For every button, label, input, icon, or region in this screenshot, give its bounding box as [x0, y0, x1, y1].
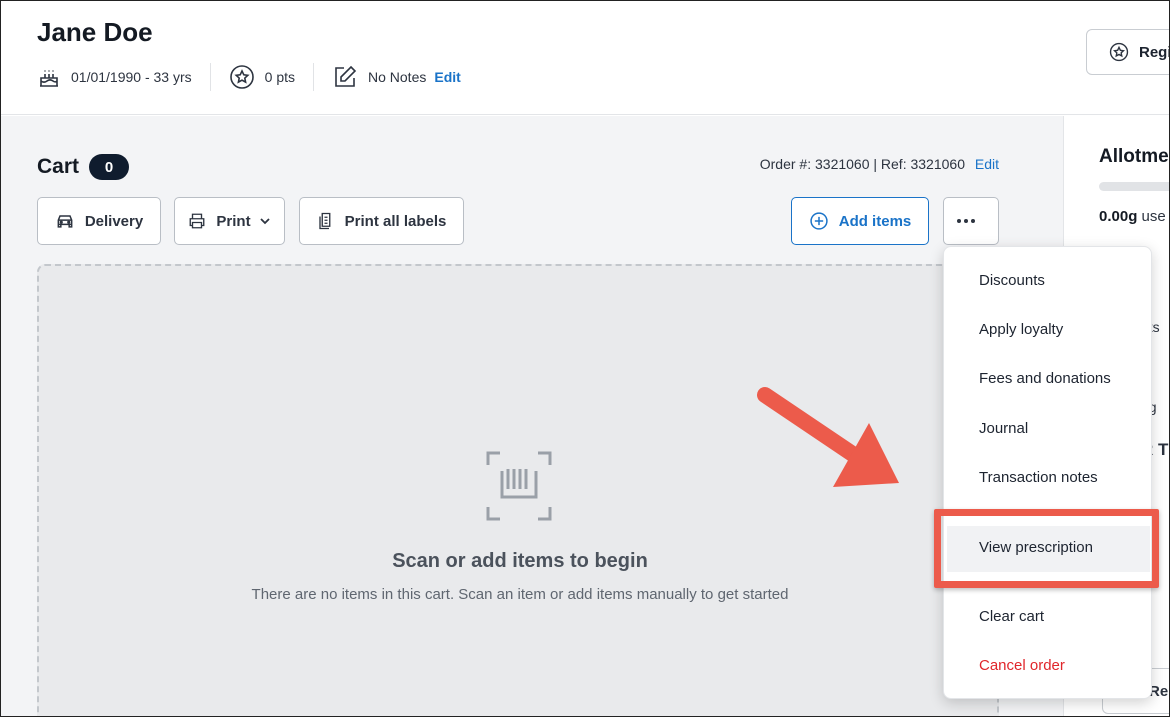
- dob-item: 01/01/1990 - 33 yrs: [37, 65, 192, 89]
- divider: [313, 63, 314, 91]
- customer-meta: 01/01/1990 - 33 yrs 0 pts No Notes Edit: [37, 61, 461, 93]
- dob-text: 01/01/1990 - 33 yrs: [71, 69, 192, 85]
- cart-count-badge: 0: [89, 154, 130, 180]
- order-edit-link[interactable]: Edit: [975, 156, 999, 172]
- ellipsis-icon: [957, 219, 975, 223]
- menu-item-journal[interactable]: Journal: [979, 420, 1028, 437]
- customer-name: Jane Doe: [37, 17, 153, 47]
- allotment-used-amount: 0.00g: [1099, 208, 1138, 225]
- highlight-annotation-box: [934, 509, 1159, 588]
- order-info: Order #: 3321060 | Ref: 3321060 Edit: [760, 156, 999, 172]
- star-badge-icon: [1109, 42, 1129, 62]
- register-button[interactable]: Regis: [1086, 29, 1169, 75]
- print-all-labels-label: Print all labels: [344, 212, 447, 230]
- app-frame: Jane Doe 01/01/1990 - 33 yrs 0 pts No No…: [0, 0, 1170, 717]
- cart-title: Cart: [37, 155, 80, 178]
- menu-item-discounts[interactable]: Discounts: [979, 272, 1045, 289]
- allotment-used-label: use: [1137, 208, 1166, 225]
- edit-note-icon: [335, 65, 357, 87]
- print-all-labels-button[interactable]: Print all labels: [299, 197, 464, 245]
- car-icon: [57, 215, 73, 228]
- notes-item: No Notes Edit: [332, 64, 461, 90]
- annotation-arrow-icon: [757, 387, 899, 487]
- add-items-button[interactable]: Add items: [791, 197, 929, 245]
- menu-item-fees-donations[interactable]: Fees and donations: [979, 370, 1111, 387]
- add-items-label: Add items: [838, 212, 912, 230]
- empty-state-subtitle: There are no items in this cart. Scan an…: [251, 586, 789, 603]
- chevron-down-icon: [259, 218, 270, 225]
- delivery-label: Delivery: [84, 212, 144, 230]
- document-icon: [318, 212, 331, 230]
- more-options-button[interactable]: [943, 197, 999, 245]
- printer-icon: [189, 213, 205, 229]
- barcode-scan-icon: [486, 451, 552, 521]
- plus-circle-icon: [810, 212, 828, 230]
- notes-text: No Notes: [368, 69, 427, 85]
- allotment-title: Allotme: [1099, 146, 1169, 167]
- allotment-used: 0.00g use: [1099, 208, 1166, 225]
- allotment-progress-bar: [1099, 182, 1169, 191]
- menu-item-transaction-notes[interactable]: Transaction notes: [979, 469, 1098, 486]
- menu-item-clear-cart[interactable]: Clear cart: [979, 608, 1044, 625]
- print-button[interactable]: Print: [174, 197, 285, 245]
- menu-item-apply-loyalty[interactable]: Apply loyalty: [979, 321, 1063, 338]
- more-options-menu: Discounts Apply loyalty Fees and donatio…: [943, 246, 1153, 699]
- star-badge-icon: [229, 65, 254, 89]
- points-text: 0 pts: [264, 69, 295, 85]
- empty-state-title: Scan or add items to begin: [392, 550, 648, 572]
- order-number: Order #: 3321060 | Ref: 3321060: [759, 156, 965, 172]
- register-label: Regis: [1139, 43, 1169, 61]
- cart-heading: Cart 0: [37, 154, 130, 180]
- menu-item-cancel-order[interactable]: Cancel order: [979, 657, 1065, 674]
- print-label: Print: [216, 212, 251, 230]
- birthday-cake-icon: [40, 70, 58, 87]
- delivery-button[interactable]: Delivery: [37, 197, 161, 245]
- points-item: 0 pts: [229, 64, 295, 90]
- customer-header: Jane Doe 01/01/1990 - 33 yrs 0 pts No No…: [1, 1, 1169, 115]
- notes-edit-link[interactable]: Edit: [434, 69, 460, 85]
- divider: [209, 63, 211, 91]
